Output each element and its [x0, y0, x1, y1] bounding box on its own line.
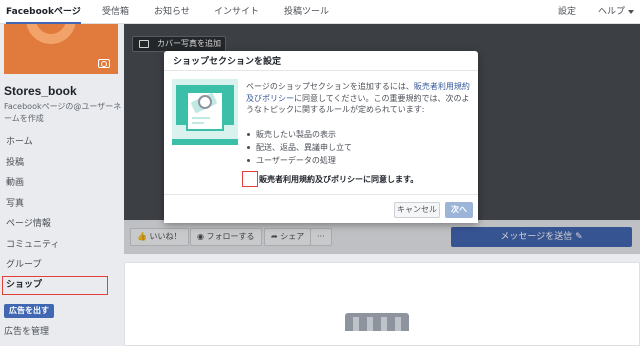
- sidebar-item-photos[interactable]: 写真: [0, 194, 124, 215]
- page-nav: ホーム 投稿 動画 写真 ページ情報 コミュニティ グループ ショップ: [0, 132, 124, 295]
- list-item: ユーザーデータの処理: [246, 154, 472, 167]
- agree-terms-checkbox[interactable]: [242, 171, 258, 187]
- camera-icon[interactable]: [98, 59, 110, 68]
- shop-watch-illustration: [172, 79, 238, 145]
- sidebar-item-community[interactable]: コミュニティ: [0, 235, 124, 256]
- list-item: 販売したい製品の表示: [246, 128, 472, 141]
- next-button[interactable]: 次へ: [445, 202, 473, 218]
- tab-facebook-page[interactable]: Facebookページ: [6, 0, 81, 24]
- sidebar-item-home[interactable]: ホーム: [0, 132, 124, 153]
- chevron-down-icon: [628, 9, 635, 14]
- manage-ads-link[interactable]: 広告を管理: [4, 324, 49, 337]
- dialog-footer: キャンセル 次へ: [164, 194, 478, 223]
- tab-inbox[interactable]: 受信箱: [102, 0, 129, 24]
- agree-terms-label[interactable]: 販売者利用規約及びポリシーに同意します。: [259, 174, 418, 185]
- profile-logo: [26, 24, 76, 44]
- cancel-button[interactable]: キャンセル: [394, 202, 440, 218]
- shop-awning-illustration: [345, 313, 409, 346]
- sidebar-item-posts[interactable]: 投稿: [0, 153, 124, 174]
- help-label: ヘルプ: [598, 7, 626, 17]
- profile-picture[interactable]: [4, 24, 118, 74]
- topic-list: 販売したい製品の表示 配送、返品、異議申し立て ユーザーデータの処理: [246, 128, 472, 167]
- tab-insights[interactable]: インサイト: [214, 0, 259, 24]
- top-navigation-bar: Facebookページ 受信箱 お知らせ インサイト 投稿ツール 設定 ヘルプ: [0, 0, 640, 24]
- tab-publishing-tools[interactable]: 投稿ツール: [284, 0, 329, 24]
- sidebar-item-page-info[interactable]: ページ情報: [0, 214, 124, 235]
- sidebar-item-videos[interactable]: 動画: [0, 173, 124, 194]
- list-item: 配送、返品、異議申し立て: [246, 141, 472, 154]
- create-username-link[interactable]: Facebookページの@ユーザーネームを作成: [4, 101, 122, 125]
- sidebar-item-groups[interactable]: グループ: [0, 255, 124, 276]
- dialog-title: ショップセクションを設定: [164, 51, 478, 71]
- settings-link[interactable]: 設定: [558, 0, 576, 24]
- help-menu[interactable]: ヘルプ: [598, 0, 635, 24]
- create-ad-button[interactable]: 広告を出す: [4, 304, 54, 318]
- dialog-description: ページのショップセクションを追加するには、販売者利用規約及びポリシーに同意してく…: [246, 81, 472, 116]
- left-sidebar: Stores_book Facebookページの@ユーザーネームを作成 ホーム …: [0, 24, 124, 346]
- shop-content-card: [124, 262, 640, 346]
- description-pre: ページのショップセクションを追加するには、: [246, 82, 414, 91]
- page-title[interactable]: Stores_book: [4, 84, 77, 98]
- sidebar-item-shop[interactable]: ショップ: [2, 275, 108, 295]
- shop-setup-dialog: ショップセクションを設定 ページのショップセクションを追加するには、販売者利用規…: [164, 51, 478, 223]
- tab-notifications[interactable]: お知らせ: [154, 0, 190, 24]
